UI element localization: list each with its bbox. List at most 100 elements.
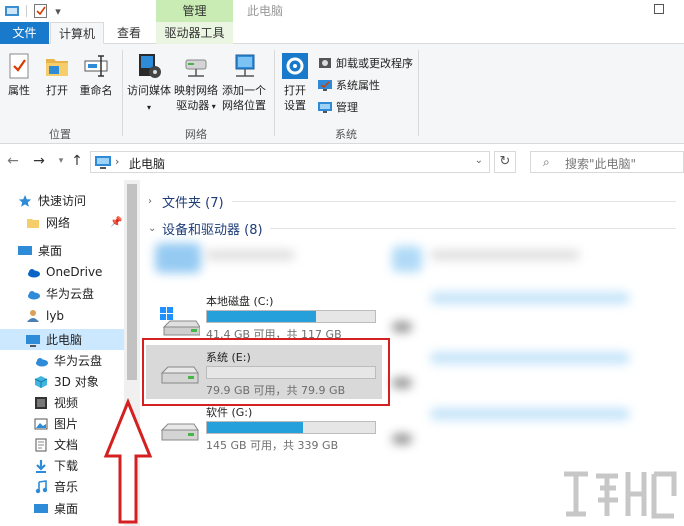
properties-quick-icon[interactable] <box>32 3 48 19</box>
manage-label: 管理 <box>336 101 358 114</box>
maximize-icon[interactable] <box>650 2 668 20</box>
nav-item-huawei-cloud[interactable]: 华为云盘 <box>0 283 124 304</box>
nav-label: 桌面 <box>38 244 63 258</box>
drive-space-info: 145 GB 可用，共 339 GB <box>206 439 339 452</box>
drive-usage-fill <box>207 422 304 433</box>
blurred-bar <box>430 352 630 364</box>
watermark-logo <box>564 471 677 519</box>
blurred-label <box>430 250 580 260</box>
address-path[interactable]: 此电脑 <box>129 155 165 172</box>
music-icon <box>34 479 48 494</box>
group-divider <box>418 50 419 136</box>
system-properties-button[interactable]: 系统属性 <box>318 76 380 94</box>
settings-gear-icon <box>281 52 309 80</box>
drive-usage-bar <box>206 310 376 323</box>
computer-icon <box>95 156 111 172</box>
rename-label: 重命名 <box>79 84 113 97</box>
nav-label: 3D 对象 <box>54 375 99 389</box>
nav-label: 此电脑 <box>46 333 83 347</box>
section-divider <box>270 228 676 229</box>
map-drive-label-1: 映射网络 <box>174 84 218 97</box>
uninstall-button[interactable]: 卸载或更改程序 <box>318 54 413 72</box>
up-arrow-icon[interactable]: ↑ <box>68 152 86 170</box>
chevron-down-icon: ⌄ <box>148 223 157 234</box>
drive-tile-g[interactable]: 软件 (G:) 145 GB 可用，共 339 GB <box>150 404 400 454</box>
tab-file[interactable]: 文件 <box>0 22 49 44</box>
search-placeholder[interactable]: 搜索"此电脑" <box>565 155 636 172</box>
document-icon <box>34 438 48 452</box>
rename-button[interactable]: 重命名 <box>76 52 116 98</box>
manage-button[interactable]: 管理 <box>318 98 358 116</box>
group-label-location: 位置 <box>49 128 71 141</box>
tab-drive-tools[interactable]: 驱动器工具 <box>156 22 233 44</box>
tab-view[interactable]: 查看 <box>108 22 150 44</box>
breadcrumb-separator-icon: › <box>115 155 120 168</box>
blurred-bar <box>430 408 630 420</box>
add-location-label-1: 添加一个 <box>222 84 266 97</box>
tab-manage[interactable]: 管理 <box>156 0 233 22</box>
cloud-icon <box>26 287 40 301</box>
group-divider <box>274 50 275 136</box>
folder-open-icon <box>43 52 71 80</box>
computer-icon <box>26 333 40 347</box>
desktop-icon <box>18 244 32 258</box>
nav-label: 图片 <box>54 417 79 431</box>
group-divider <box>122 50 123 136</box>
blurred-bar <box>430 292 630 304</box>
refresh-icon: ↻ <box>499 154 511 169</box>
devices-section-header[interactable]: ⌄ 设备和驱动器 (8) <box>148 219 263 238</box>
open-settings-label-2: 设置 <box>284 99 306 112</box>
window-title: 此电脑 <box>247 4 284 18</box>
nav-label: lyb <box>46 308 65 323</box>
nav-item-3d-objects[interactable]: 3D 对象 <box>0 371 124 392</box>
blurred-icon <box>392 246 422 272</box>
back-arrow-icon[interactable]: ← <box>4 152 22 170</box>
map-drive-label-2: 驱动器 <box>176 99 210 112</box>
video-icon <box>34 396 48 410</box>
chevron-right-icon: › <box>148 196 152 207</box>
nav-item-user-lyb[interactable]: lyb <box>0 305 124 326</box>
nav-label: 桌面 <box>54 502 79 516</box>
access-media-label: 访问媒体 <box>127 84 171 97</box>
refresh-button[interactable]: ↻ <box>494 151 516 173</box>
forward-arrow-icon[interactable]: → <box>30 152 48 170</box>
blurred-icon <box>392 378 412 388</box>
search-icon: ⌕ <box>543 155 550 169</box>
quick-access-dropdown-icon[interactable]: ▾ <box>50 3 66 19</box>
address-bar[interactable]: › 此电脑 ⌄ <box>90 151 490 173</box>
pin-icon[interactable]: 📌 <box>110 217 122 228</box>
windows-drive-icon <box>160 307 201 336</box>
address-dropdown-icon[interactable]: ⌄ <box>475 155 483 166</box>
properties-icon <box>5 52 33 80</box>
drive-name: 本地磁盘 (C:) <box>206 295 274 308</box>
folders-header-label: 文件夹 (7) <box>162 196 224 211</box>
search-box[interactable]: ⌕ 搜索"此电脑" <box>530 151 684 173</box>
drive-tile-c[interactable]: 本地磁盘 (C:) 41.4 GB 可用，共 117 GB <box>150 293 400 343</box>
desktop-icon <box>34 502 48 516</box>
drive-usage-bar <box>206 421 376 434</box>
nav-label: 网络 <box>46 216 71 230</box>
nav-item-network-pinned[interactable]: 网络 📌 <box>0 212 124 233</box>
open-settings-button[interactable]: 打开 设置 <box>278 52 312 113</box>
nav-scrollbar-thumb[interactable] <box>127 184 137 380</box>
tab-computer[interactable]: 计算机 <box>50 22 104 44</box>
title-bar: ▾ 管理 此电脑 <box>0 0 684 22</box>
nav-item-this-pc[interactable]: 此电脑 <box>0 329 124 350</box>
explorer-icon[interactable] <box>4 3 20 19</box>
nav-item-huawei-cloud-pc[interactable]: 华为云盘 <box>0 350 124 371</box>
nav-label: 文档 <box>54 438 79 452</box>
add-network-location-button[interactable]: 添加一个 网络位置 <box>220 52 268 113</box>
access-media-button[interactable]: 访问媒体 ▾ <box>126 52 172 115</box>
map-network-drive-button[interactable]: 映射网络 驱动器 ▾ <box>172 52 220 114</box>
properties-button[interactable]: 属性 <box>4 52 34 98</box>
cloud-icon <box>34 354 48 368</box>
annotation-arrow <box>103 398 153 524</box>
nav-item-quick-access[interactable]: 快速访问 <box>0 190 124 211</box>
nav-item-desktop[interactable]: 桌面 <box>0 240 124 261</box>
open-button[interactable]: 打开 <box>40 52 74 98</box>
nav-item-onedrive[interactable]: OneDrive <box>0 261 124 282</box>
nav-label: 华为云盘 <box>46 287 95 301</box>
folders-section-header[interactable]: › 文件夹 (7) <box>148 192 224 211</box>
uninstall-label: 卸载或更改程序 <box>336 57 413 70</box>
system-properties-label: 系统属性 <box>336 79 380 92</box>
